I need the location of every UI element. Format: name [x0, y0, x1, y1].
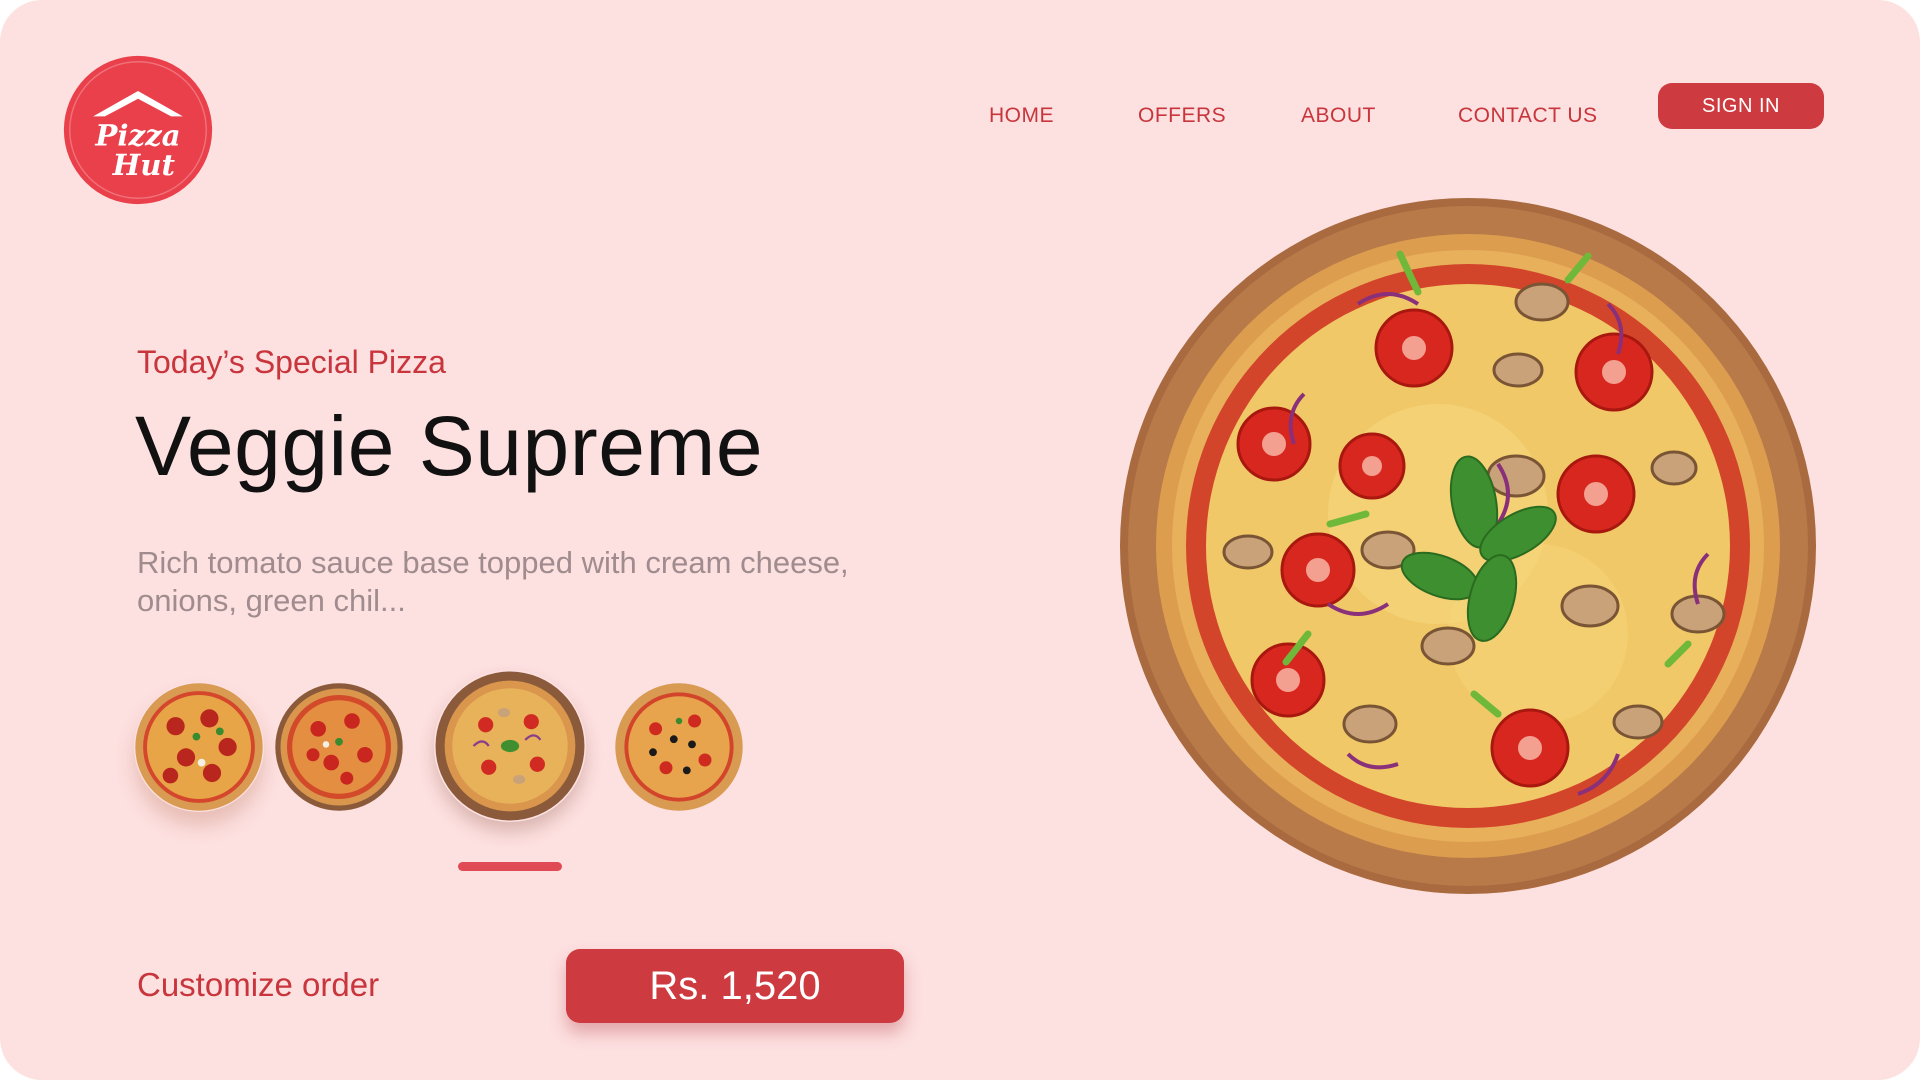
pizza-description: Rich tomato sauce base topped with cream…: [137, 545, 849, 618]
nav-about-link[interactable]: ABOUT: [1301, 104, 1376, 128]
nav-home-link[interactable]: HOME: [989, 104, 1054, 128]
pepperoni-pizza-thumbnail[interactable]: [134, 682, 264, 812]
nav-contact-link[interactable]: CONTACT US: [1458, 104, 1598, 128]
nav-offers-link[interactable]: OFFERS: [1138, 104, 1226, 128]
main-nav: HOME OFFERS ABOUT CONTACT US: [0, 104, 1920, 134]
customize-order-link[interactable]: Customize order: [137, 966, 379, 1004]
price-button[interactable]: Rs. 1,520: [566, 949, 904, 1023]
pizza-title: Veggie Supreme: [135, 399, 764, 493]
tomato-pizza-thumbnail[interactable]: [274, 682, 404, 812]
veggie-supreme-thumbnail[interactable]: [434, 670, 586, 822]
sign-in-button[interactable]: SIGN IN: [1658, 83, 1824, 129]
olive-pizza-thumbnail[interactable]: [614, 682, 744, 812]
logo-text-line2: Hut: [112, 148, 176, 182]
special-label: Today’s Special Pizza: [137, 344, 446, 380]
veggie-pizza-image: [1118, 194, 1818, 898]
landing-page: Pizza Hut HOME OFFERS ABOUT CONTACT US S…: [0, 0, 1920, 1080]
selected-thumbnail-indicator: [458, 862, 562, 871]
